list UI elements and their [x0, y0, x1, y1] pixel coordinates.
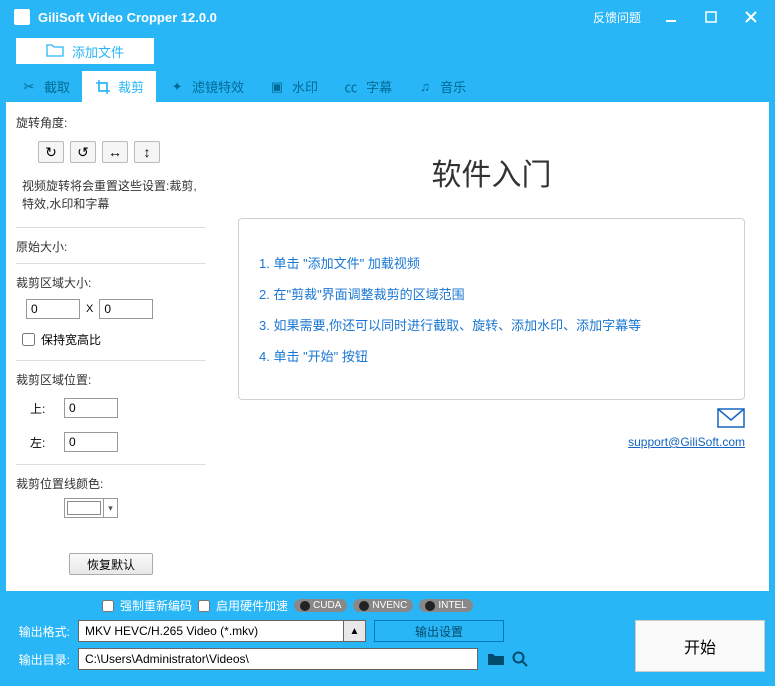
output-dir-input[interactable]	[78, 648, 478, 670]
hw-accel-checkbox[interactable]	[198, 600, 210, 612]
x-separator: X	[86, 303, 93, 315]
force-reencode-checkbox[interactable]	[102, 600, 114, 612]
flip-horizontal-button[interactable]: ↔	[102, 141, 128, 163]
crop-size-label: 裁剪区域大小:	[16, 274, 206, 291]
color-swatch	[67, 501, 101, 515]
bottom-bar: 强制重新编码 启用硬件加速 CUDA NVENC INTEL 输出格式: MKV…	[0, 591, 775, 686]
force-reencode-label: 强制重新编码	[120, 597, 192, 614]
chip-cuda: CUDA	[294, 599, 347, 612]
add-file-button[interactable]: 添加文件	[16, 38, 154, 64]
search-folder-button[interactable]	[510, 649, 530, 669]
content-panel: 软件入门 1. 单击 "添加文件" 加载视频 2. 在"剪裁"界面调整裁剪的区域…	[214, 102, 769, 591]
crop-sidebar: 旋转角度: ↻ ↺ ↔ ↕ 视频旋转将会重置这些设置:裁剪, 特效,水印和字幕 …	[6, 102, 214, 591]
format-label: 输出格式:	[10, 623, 70, 640]
music-icon: ♫	[416, 78, 434, 96]
line-color-picker[interactable]: ▾	[64, 498, 118, 518]
tab-subtitle[interactable]: ㏄ 字幕	[330, 71, 404, 102]
tab-extract[interactable]: ✂ 截取	[8, 71, 82, 102]
reset-button[interactable]: 恢复默认	[69, 553, 153, 575]
original-size-label: 原始大小:	[16, 238, 206, 255]
app-logo-icon	[14, 9, 30, 25]
format-dropdown-button[interactable]: ▲	[344, 620, 366, 642]
output-settings-button[interactable]: 输出设置	[374, 620, 504, 642]
maximize-button[interactable]	[701, 7, 721, 27]
crop-icon	[94, 78, 112, 96]
titlebar: GiliSoft Video Cropper 12.0.0 反馈问题	[0, 0, 775, 34]
toolbar: 添加文件	[0, 34, 775, 68]
rotate-ccw-button[interactable]: ↺	[70, 141, 96, 163]
crop-top-input[interactable]	[64, 398, 118, 418]
mail-icon	[717, 408, 745, 433]
step-item: 4. 单击 "开始" 按钮	[259, 346, 724, 365]
flip-vertical-button[interactable]: ↕	[134, 141, 160, 163]
window-title: GiliSoft Video Cropper 12.0.0	[38, 10, 593, 25]
minimize-button[interactable]	[661, 7, 681, 27]
left-label: 左:	[30, 434, 56, 451]
scissors-icon: ✂	[20, 78, 38, 96]
format-value: MKV HEVC/H.265 Video (*.mkv)	[78, 620, 344, 642]
browse-folder-button[interactable]	[486, 649, 506, 669]
crop-height-input[interactable]	[99, 299, 153, 319]
wand-icon: ✦	[168, 78, 186, 96]
folder-add-icon	[46, 43, 64, 60]
crop-pos-label: 裁剪区域位置:	[16, 371, 206, 388]
support-email-link[interactable]: support@GiliSoft.com	[628, 435, 745, 449]
tab-watermark[interactable]: ▣ 水印	[256, 71, 330, 102]
chip-intel: INTEL	[419, 599, 472, 612]
dir-label: 输出目录:	[10, 651, 70, 668]
watermark-icon: ▣	[268, 78, 286, 96]
feedback-link[interactable]: 反馈问题	[593, 9, 641, 26]
hw-accel-label: 启用硬件加速	[216, 597, 288, 614]
start-button[interactable]: 开始	[635, 620, 765, 672]
keep-ratio-input[interactable]	[22, 333, 35, 346]
step-item: 2. 在"剪裁"界面调整裁剪的区域范围	[259, 284, 724, 303]
tab-crop[interactable]: 裁剪	[82, 71, 156, 102]
crop-width-input[interactable]	[26, 299, 80, 319]
keep-ratio-checkbox[interactable]: 保持宽高比	[22, 331, 206, 348]
step-item: 3. 如果需要,你还可以同时进行截取、旋转、添加水印、添加字幕等	[259, 315, 724, 334]
rotate-cw-button[interactable]: ↻	[38, 141, 64, 163]
steps-box: 1. 单击 "添加文件" 加载视频 2. 在"剪裁"界面调整裁剪的区域范围 3.…	[238, 218, 745, 400]
step-item: 1. 单击 "添加文件" 加载视频	[259, 253, 724, 272]
rotate-label: 旋转角度:	[16, 114, 206, 131]
tab-music[interactable]: ♫ 音乐	[404, 71, 478, 102]
main-area: 旋转角度: ↻ ↺ ↔ ↕ 视频旋转将会重置这些设置:裁剪, 特效,水印和字幕 …	[6, 102, 769, 591]
format-select[interactable]: MKV HEVC/H.265 Video (*.mkv) ▲	[78, 620, 366, 642]
tab-effect[interactable]: ✦ 滤镜特效	[156, 71, 256, 102]
chip-nvenc: NVENC	[353, 599, 413, 612]
getting-started-title: 软件入门	[238, 150, 745, 194]
rotate-help-text: 视频旋转将会重置这些设置:裁剪, 特效,水印和字幕	[22, 177, 206, 213]
tab-bar: ✂ 截取 裁剪 ✦ 滤镜特效 ▣ 水印 ㏄ 字幕 ♫ 音乐	[0, 68, 775, 102]
add-file-label: 添加文件	[72, 42, 124, 61]
crop-left-input[interactable]	[64, 432, 118, 452]
chevron-down-icon: ▾	[103, 499, 117, 517]
close-button[interactable]	[741, 7, 761, 27]
top-label: 上:	[30, 400, 56, 417]
line-color-label: 裁剪位置线颜色:	[16, 475, 206, 492]
subtitle-icon: ㏄	[342, 78, 360, 96]
